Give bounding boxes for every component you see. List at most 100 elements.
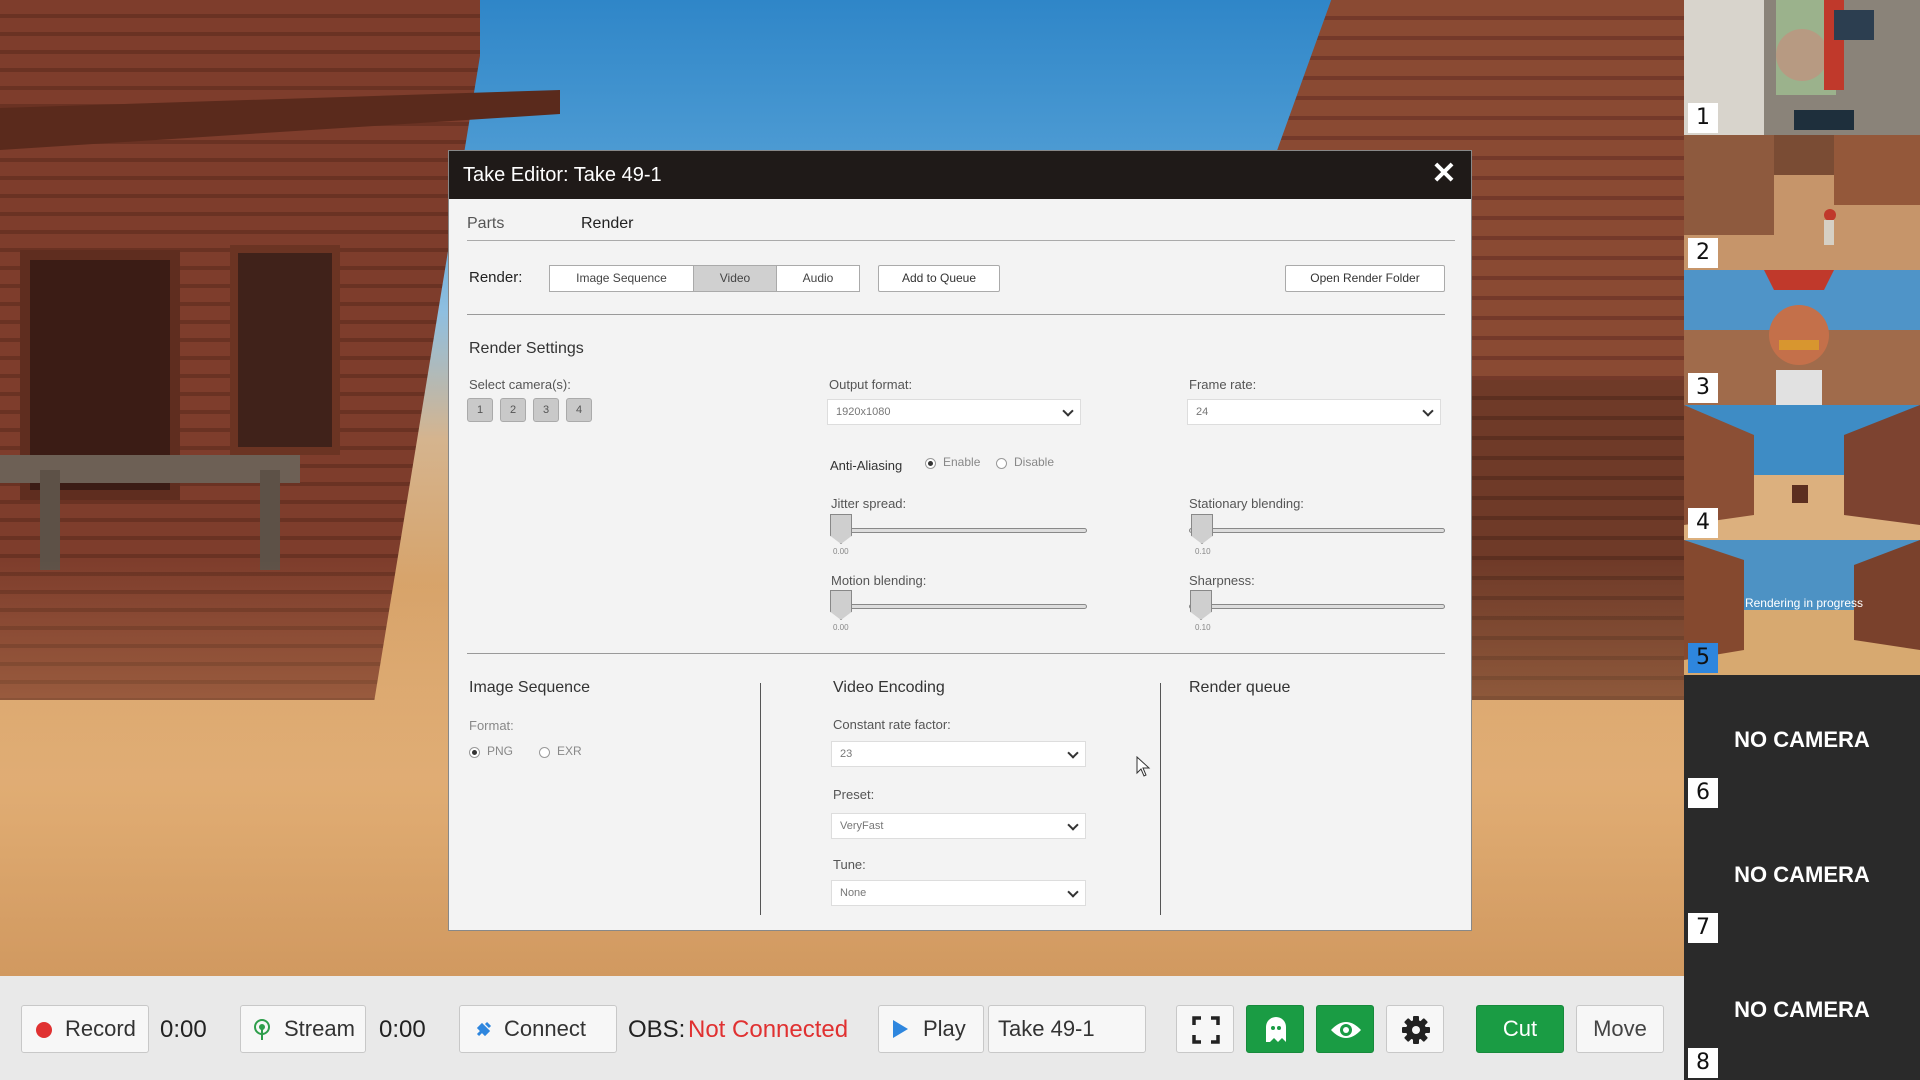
camera-number: 5 xyxy=(1688,643,1718,673)
frame-rate-select[interactable]: 24 xyxy=(1187,399,1441,425)
anti-aliasing-enable-radio[interactable] xyxy=(925,458,936,469)
motion-blending-slider[interactable] xyxy=(833,604,1087,609)
camera-3-preview xyxy=(1684,270,1920,405)
add-to-queue-button[interactable]: Add to Queue xyxy=(878,265,1000,292)
format-png-label: PNG xyxy=(487,744,514,758)
take-editor-dialog: Take Editor: Take 49-1 ✕ Parts Render Re… xyxy=(448,150,1472,931)
jitter-spread-handle[interactable] xyxy=(830,514,852,544)
jitter-spread-slider[interactable] xyxy=(833,528,1087,533)
render-mode-video[interactable]: Video xyxy=(693,265,777,292)
record-label: Record xyxy=(65,1016,136,1041)
output-format-label: Output format: xyxy=(829,377,913,392)
obs-label: OBS: xyxy=(628,1016,686,1043)
render-queue-list[interactable] xyxy=(1189,711,1445,911)
fullscreen-icon xyxy=(1192,1016,1220,1044)
camera-number: 3 xyxy=(1688,373,1718,403)
anti-aliasing-disable-label: Disable xyxy=(1014,455,1055,469)
plug-icon xyxy=(476,1021,492,1037)
render-label: Render: xyxy=(469,269,523,286)
connect-button[interactable]: Connect xyxy=(459,1005,617,1053)
rail-post xyxy=(260,470,280,570)
camera-select-4[interactable]: 4 xyxy=(566,398,592,422)
camera-tile-6[interactable]: NO CAMERA 6 xyxy=(1684,675,1920,810)
tune-value: None xyxy=(840,887,867,899)
ghost-icon xyxy=(1266,1017,1286,1042)
camera-number: 6 xyxy=(1688,778,1718,808)
play-icon xyxy=(893,1020,908,1038)
no-camera-label: NO CAMERA xyxy=(1734,727,1870,752)
format-exr-radio[interactable] xyxy=(539,747,550,758)
camera-number: 7 xyxy=(1688,913,1718,943)
chevron-down-icon xyxy=(1067,747,1079,759)
ghost-toggle-button[interactable] xyxy=(1246,1005,1304,1053)
preset-select[interactable]: VeryFast xyxy=(831,813,1086,839)
fullscreen-button[interactable] xyxy=(1176,1005,1234,1053)
camera-tile-3[interactable]: 3 xyxy=(1684,270,1920,405)
stream-time: 0:00 xyxy=(379,1016,426,1043)
cut-button[interactable]: Cut xyxy=(1476,1005,1564,1053)
camera-select-3[interactable]: 3 xyxy=(533,398,559,422)
sharpness-handle[interactable] xyxy=(1190,590,1212,620)
record-button[interactable]: Record xyxy=(21,1005,149,1053)
camera-select-2[interactable]: 2 xyxy=(500,398,526,422)
render-mode-audio[interactable]: Audio xyxy=(776,265,860,292)
sharpness-slider[interactable] xyxy=(1189,604,1445,609)
building-left-door xyxy=(230,245,340,455)
chevron-down-icon xyxy=(1422,405,1434,417)
dialog-header: Take Editor: Take 49-1 ✕ xyxy=(449,151,1471,199)
select-cameras-label: Select camera(s): xyxy=(469,377,571,392)
eye-icon xyxy=(1331,1022,1361,1038)
sharpness-label: Sharpness: xyxy=(1189,573,1255,588)
stationary-blending-handle[interactable] xyxy=(1191,514,1213,544)
crf-value: 23 xyxy=(840,748,853,760)
frame-rate-value: 24 xyxy=(1196,406,1209,418)
stationary-blending-label: Stationary blending: xyxy=(1189,496,1304,511)
move-button[interactable]: Move xyxy=(1576,1005,1664,1053)
take-name-field[interactable]: Take 49-1 xyxy=(988,1005,1146,1053)
camera-tile-7[interactable]: NO CAMERA 7 xyxy=(1684,810,1920,945)
format-exr-label: EXR xyxy=(557,744,582,758)
no-camera-label: NO CAMERA xyxy=(1734,997,1870,1022)
render-mode-image-sequence[interactable]: Image Sequence xyxy=(549,265,694,292)
close-icon[interactable]: ✕ xyxy=(1429,159,1459,189)
output-format-select[interactable]: 1920x1080 xyxy=(827,399,1081,425)
format-png-radio[interactable] xyxy=(469,747,480,758)
stationary-blending-slider[interactable] xyxy=(1189,528,1445,533)
settings-button[interactable] xyxy=(1386,1005,1444,1053)
camera-tile-5[interactable]: Rendering in progress 5 xyxy=(1684,540,1920,675)
column-divider xyxy=(1160,683,1161,915)
visibility-toggle-button[interactable] xyxy=(1316,1005,1374,1053)
record-time: 0:00 xyxy=(160,1016,207,1043)
motion-blending-handle[interactable] xyxy=(830,590,852,620)
anti-aliasing-label: Anti-Aliasing xyxy=(830,458,903,473)
jitter-spread-label: Jitter spread: xyxy=(831,496,907,511)
video-encoding-title: Video Encoding xyxy=(833,679,945,696)
render-queue-title: Render queue xyxy=(1189,679,1291,696)
preset-value: VeryFast xyxy=(840,820,884,832)
anti-aliasing-disable-radio[interactable] xyxy=(996,458,1007,469)
camera-tile-8[interactable]: NO CAMERA 8 xyxy=(1684,945,1920,1080)
render-settings-title: Render Settings xyxy=(469,340,584,357)
crf-select[interactable]: 23 xyxy=(831,741,1086,767)
chevron-down-icon xyxy=(1062,405,1074,417)
stream-button[interactable]: Stream xyxy=(240,1005,366,1053)
chevron-down-icon xyxy=(1067,819,1079,831)
tab-parts[interactable]: Parts xyxy=(467,215,504,233)
open-render-folder-button[interactable]: Open Render Folder xyxy=(1285,265,1445,292)
motion-blending-label: Motion blending: xyxy=(831,573,927,588)
camera-tile-4[interactable]: 4 xyxy=(1684,405,1920,540)
play-button[interactable]: Play xyxy=(878,1005,984,1053)
tab-render[interactable]: Render xyxy=(581,215,633,233)
camera-number: 1 xyxy=(1688,103,1718,133)
tab-bar: Parts Render xyxy=(467,213,1455,241)
frame-rate-label: Frame rate: xyxy=(1189,377,1257,392)
tune-select[interactable]: None xyxy=(831,880,1086,906)
sharpness-value: 0.10 xyxy=(1195,623,1211,632)
play-label: Play xyxy=(923,1016,966,1041)
camera-tile-2[interactable]: 2 xyxy=(1684,135,1920,270)
camera-tile-1[interactable]: 1 xyxy=(1684,0,1920,135)
divider xyxy=(467,314,1445,315)
camera-select-1[interactable]: 1 xyxy=(467,398,493,422)
format-label: Format: xyxy=(469,718,514,733)
gear-icon xyxy=(1402,1016,1430,1044)
